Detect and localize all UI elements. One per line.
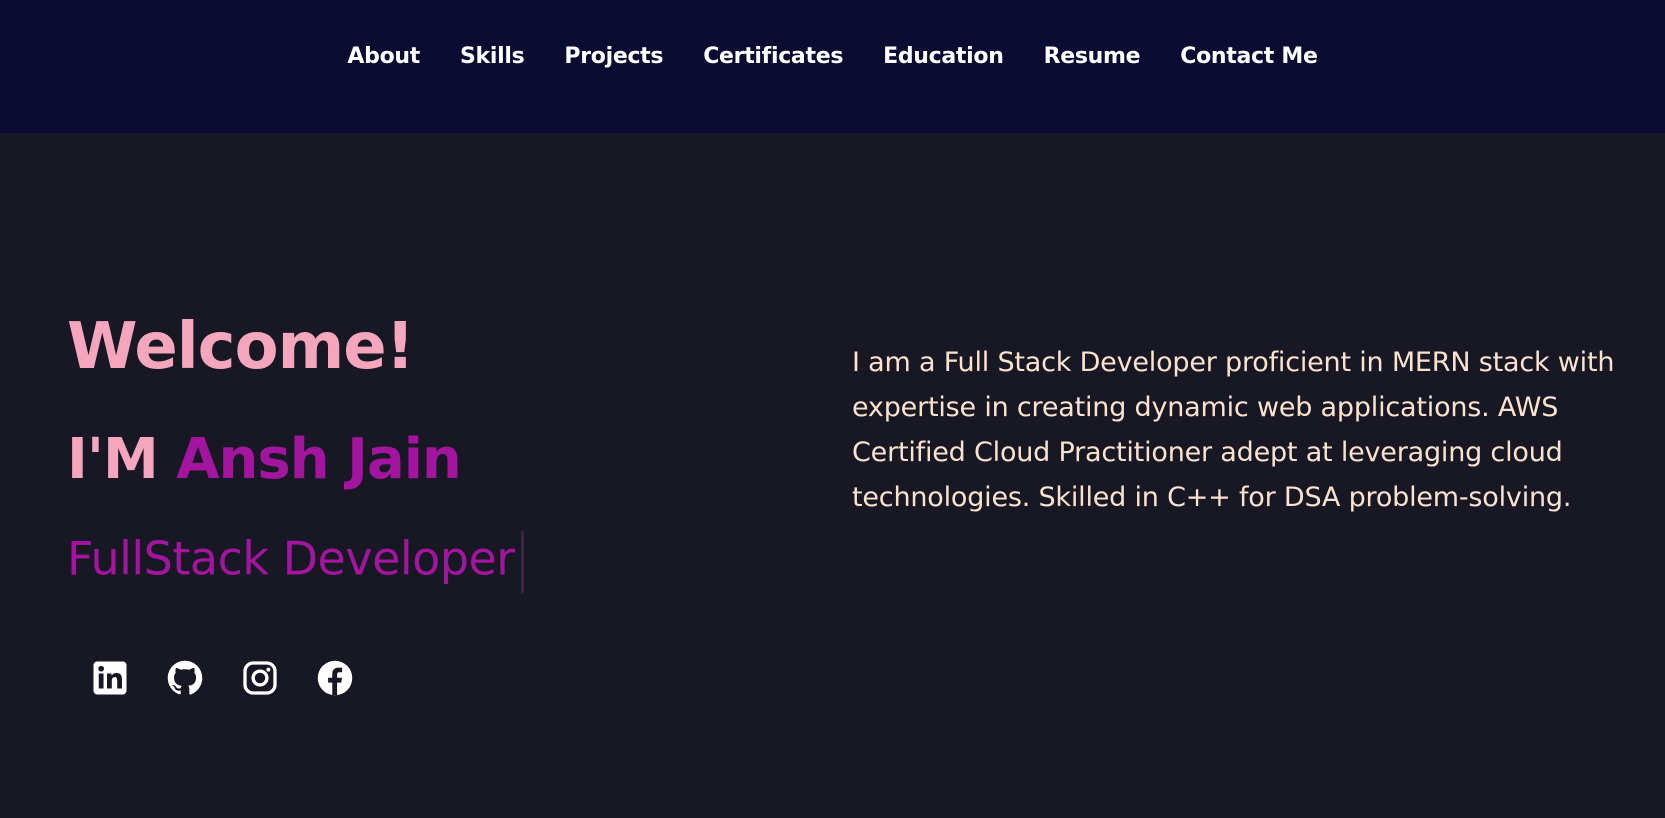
bio-paragraph: I am a Full Stack Developer proficient i… bbox=[852, 347, 1615, 513]
nav-item-education: Education bbox=[883, 44, 1004, 69]
nav-link-education[interactable]: Education bbox=[883, 44, 1004, 69]
hero-section: Welcome! I'M Ansh Jain FullStack Develop… bbox=[0, 133, 1665, 818]
intro-prefix: I'M bbox=[67, 427, 177, 492]
hero-name: Ansh Jain bbox=[176, 427, 462, 492]
github-link[interactable] bbox=[167, 660, 203, 696]
nav-list: About Skills Projects Certificates Educa… bbox=[0, 0, 1665, 112]
intro-heading: I'M Ansh Jain bbox=[67, 432, 462, 488]
nav-link-resume[interactable]: Resume bbox=[1044, 44, 1141, 69]
welcome-heading: Welcome! bbox=[67, 310, 415, 384]
nav-link-about[interactable]: About bbox=[347, 44, 420, 69]
nav-item-projects: Projects bbox=[564, 44, 663, 69]
instagram-link[interactable] bbox=[242, 660, 278, 696]
role-typewriter: FullStack Developer bbox=[67, 531, 524, 593]
nav-item-contact: Contact Me bbox=[1180, 44, 1318, 69]
nav-link-skills[interactable]: Skills bbox=[460, 44, 525, 69]
nav-link-projects[interactable]: Projects bbox=[564, 44, 663, 69]
nav-item-skills: Skills bbox=[460, 44, 525, 69]
nav-link-contact-me[interactable]: Contact Me bbox=[1180, 44, 1318, 69]
nav-item-resume: Resume bbox=[1044, 44, 1141, 69]
github-icon bbox=[167, 660, 203, 696]
navbar: About Skills Projects Certificates Educa… bbox=[0, 0, 1665, 133]
instagram-icon bbox=[242, 660, 278, 696]
facebook-link[interactable] bbox=[317, 660, 353, 696]
role-text: FullStack Developer bbox=[67, 531, 515, 586]
nav-item-about: About bbox=[347, 44, 420, 69]
typing-cursor bbox=[520, 531, 524, 593]
nav-item-certificates: Certificates bbox=[703, 44, 843, 69]
linkedin-icon bbox=[92, 660, 128, 696]
social-links bbox=[92, 660, 353, 696]
linkedin-link[interactable] bbox=[92, 660, 128, 696]
facebook-icon bbox=[317, 660, 353, 696]
nav-link-certificates[interactable]: Certificates bbox=[703, 44, 843, 69]
